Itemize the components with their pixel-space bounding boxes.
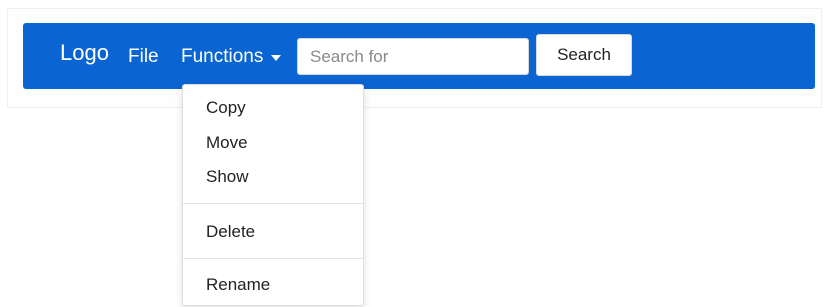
menu-item-delete[interactable]: Delete: [206, 222, 255, 242]
nav-file-menu[interactable]: File: [128, 46, 159, 68]
nav-functions-label: Functions: [181, 46, 264, 67]
nav-functions-menu[interactable]: Functions: [181, 46, 282, 68]
menu-divider: [183, 203, 363, 204]
menu-item-copy[interactable]: Copy: [206, 98, 246, 118]
menu-item-show[interactable]: Show: [206, 167, 249, 187]
caret-down-icon: [271, 55, 282, 61]
search-input[interactable]: [297, 38, 529, 75]
logo-link[interactable]: Logo: [60, 41, 109, 65]
search-button[interactable]: Search: [536, 34, 632, 76]
page: Logo File Functions Search Copy Move Sho…: [0, 0, 824, 307]
menu-item-move[interactable]: Move: [206, 133, 248, 153]
menu-item-rename[interactable]: Rename: [206, 275, 270, 295]
functions-dropdown-menu: Copy Move Show Delete Rename: [182, 84, 364, 306]
menu-divider: [183, 258, 363, 259]
